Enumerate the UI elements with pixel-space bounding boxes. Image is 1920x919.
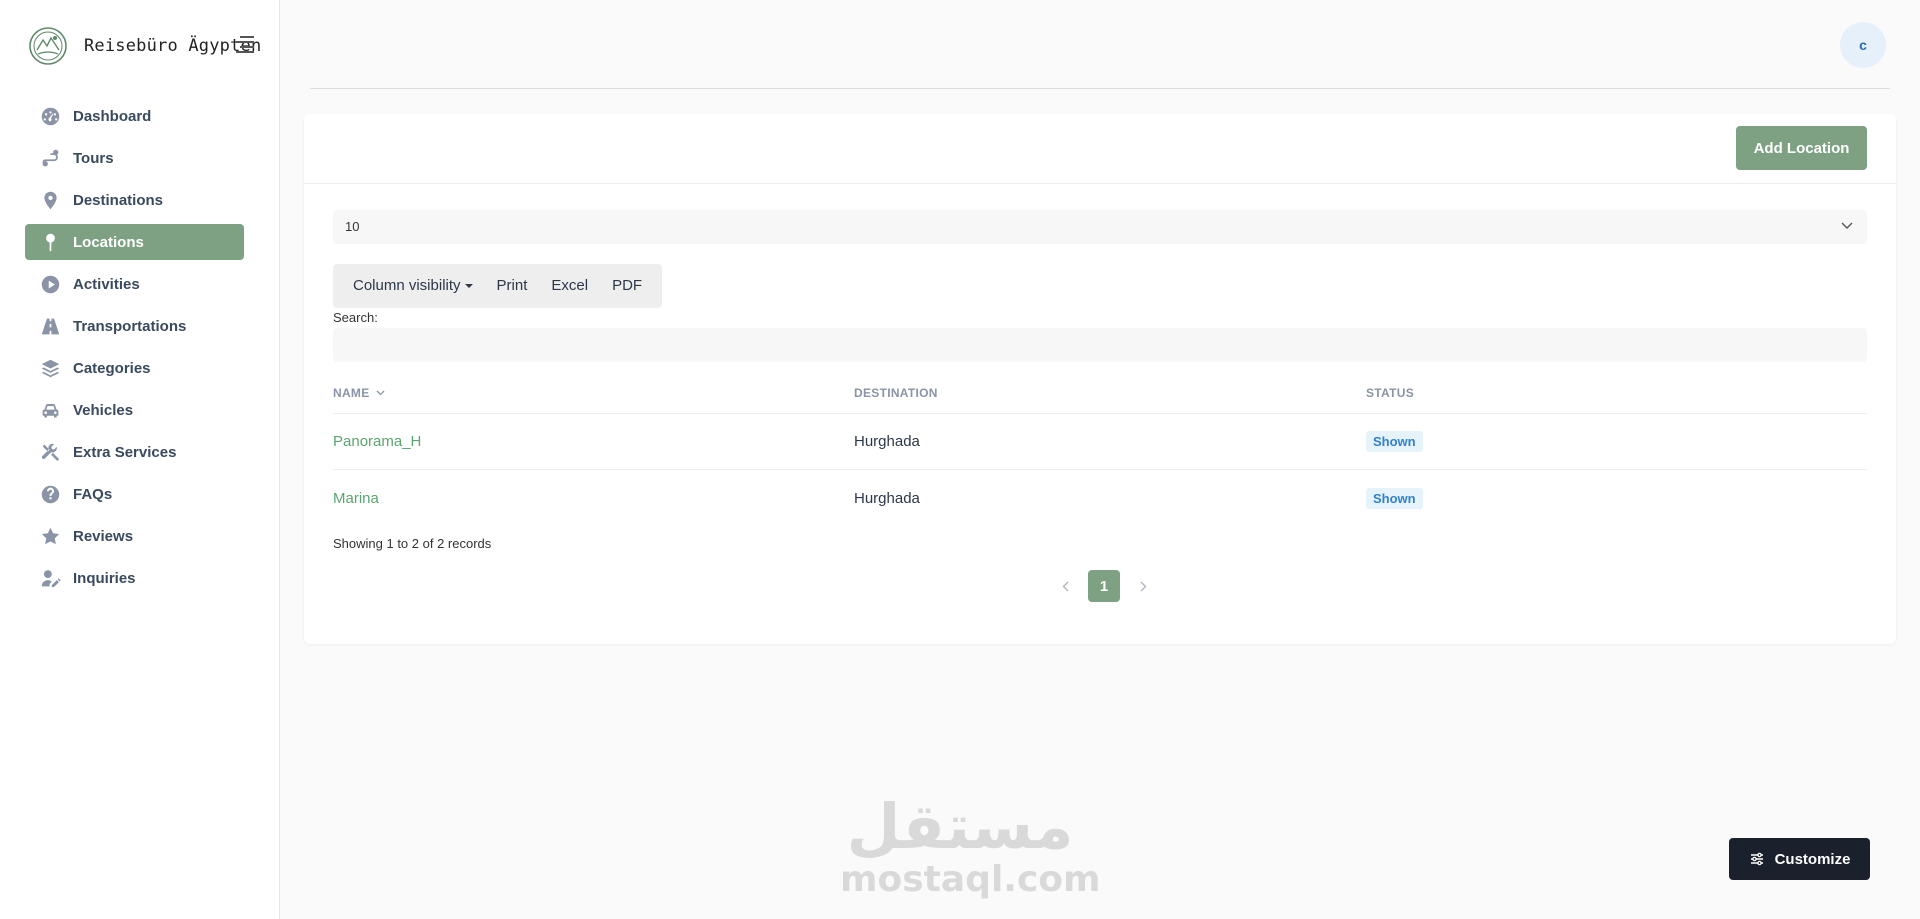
sidebar-item-label: FAQs (73, 485, 113, 503)
sidebar-item-transportations[interactable]: Transportations (25, 308, 244, 344)
sidebar-item-tours[interactable]: Tours (25, 140, 244, 176)
column-header-destination[interactable]: DESTINATION (854, 386, 1366, 400)
sidebar-item-extra-services[interactable]: Extra Services (25, 434, 244, 470)
sidebar-item-label: Destinations (73, 191, 164, 209)
locations-card: Add Location 10 Column visibility Print … (304, 114, 1896, 644)
page-button-current[interactable]: 1 (1088, 570, 1120, 602)
sidebar-item-label: Transportations (73, 317, 187, 335)
sidebar-item-label: Dashboard (73, 107, 152, 125)
previous-page-chevron-icon[interactable] (1056, 577, 1074, 595)
brand-name: Reisebüro Ägypten (84, 36, 262, 56)
column-header-status[interactable]: STATUS (1366, 386, 1867, 400)
caret-down-icon (464, 284, 473, 289)
next-page-chevron-icon[interactable] (1134, 577, 1152, 595)
sidebar-item-label: Extra Services (73, 443, 177, 461)
destination-cell: Hurghada (854, 433, 920, 450)
table-row: Panorama_H Hurghada Shown (333, 414, 1867, 470)
sidebar-item-dashboard[interactable]: Dashboard (25, 98, 244, 134)
column-header-name[interactable]: NAME (333, 386, 854, 400)
sidebar-item-faqs[interactable]: FAQs (25, 476, 244, 512)
sidebar-item-inquiries[interactable]: Inquiries (25, 560, 244, 596)
watermark-latin: mostaql.com (840, 859, 1101, 900)
brand-logo-icon (29, 27, 67, 65)
map-pin-thin-icon (39, 231, 61, 253)
destination-cell: Hurghada (854, 489, 920, 507)
customize-label: Customize (1774, 850, 1851, 868)
add-location-button[interactable]: Add Location (1736, 126, 1867, 170)
pagination: 1 (1056, 570, 1152, 602)
road-icon (39, 315, 61, 337)
sidebar-item-label: Categories (73, 359, 151, 377)
watermark: مستقل mostaql.com (840, 790, 1101, 900)
sidebar-item-vehicles[interactable]: Vehicles (25, 392, 244, 428)
table-header: NAME DESTINATION STATUS (333, 372, 1867, 414)
sidebar-item-reviews[interactable]: Reviews (25, 518, 244, 554)
map-pin-icon (39, 189, 61, 211)
print-button[interactable]: Print (485, 264, 540, 308)
question-circle-icon (39, 483, 61, 505)
tools-icon (39, 441, 61, 463)
user-avatar[interactable]: c (1840, 22, 1886, 68)
sliders-icon (1750, 852, 1763, 866)
location-name-link[interactable]: Panorama_H (333, 433, 421, 450)
status-badge: Shown (1366, 431, 1423, 452)
sidebar-item-label: Activities (73, 275, 140, 293)
watermark-arabic: مستقل (846, 790, 1074, 863)
card-header: Add Location (304, 114, 1896, 184)
layers-icon (39, 357, 61, 379)
export-toolbar: Column visibility Print Excel PDF (333, 264, 663, 308)
column-visibility-label: Column visibility (353, 277, 461, 294)
user-edit-icon (39, 567, 61, 589)
sidebar-item-label: Locations (73, 233, 144, 251)
car-icon (39, 399, 61, 421)
pdf-button[interactable]: PDF (600, 264, 654, 308)
excel-button[interactable]: Excel (539, 264, 600, 308)
search-input[interactable] (333, 328, 1867, 362)
menu-toggle-icon[interactable] (236, 36, 254, 54)
locations-table: NAME DESTINATION STATUS Panorama_H Hurgh… (333, 372, 1867, 526)
sort-chevron-icon (376, 390, 385, 396)
sidebar-item-locations[interactable]: Locations (25, 224, 244, 260)
dashboard-gauge-icon (39, 105, 61, 127)
records-info: Showing 1 to 2 of 2 records (333, 536, 492, 551)
customize-button[interactable]: Customize (1729, 838, 1870, 880)
sidebar: Reisebüro Ägypten Dashboard Tours Destin… (0, 0, 280, 919)
column-visibility-button[interactable]: Column visibility (341, 264, 485, 308)
sidebar-item-destinations[interactable]: Destinations (25, 182, 244, 218)
header-divider (310, 88, 1890, 89)
table-row: Marina Hurghada Shown (333, 470, 1867, 526)
play-circle-icon (39, 273, 61, 295)
sidebar-item-label: Vehicles (73, 401, 134, 419)
route-icon (39, 147, 61, 169)
sidebar-item-activities[interactable]: Activities (25, 266, 244, 302)
sidebar-nav: Dashboard Tours Destinations Locations A… (25, 98, 244, 602)
star-icon (39, 525, 61, 547)
sidebar-item-label: Inquiries (73, 569, 136, 587)
page-length-select[interactable]: 10 (333, 210, 1867, 244)
location-name-link[interactable]: Marina (333, 490, 379, 507)
status-badge: Shown (1366, 487, 1423, 509)
sidebar-item-label: Reviews (73, 527, 134, 545)
search-label: Search: (333, 310, 378, 325)
column-header-label: NAME (333, 385, 370, 400)
chevron-down-icon (1841, 222, 1853, 229)
sidebar-item-categories[interactable]: Categories (25, 350, 244, 386)
sidebar-item-label: Tours (73, 149, 114, 167)
page-length-value: 10 (345, 219, 360, 234)
brand[interactable]: Reisebüro Ägypten (28, 26, 261, 66)
